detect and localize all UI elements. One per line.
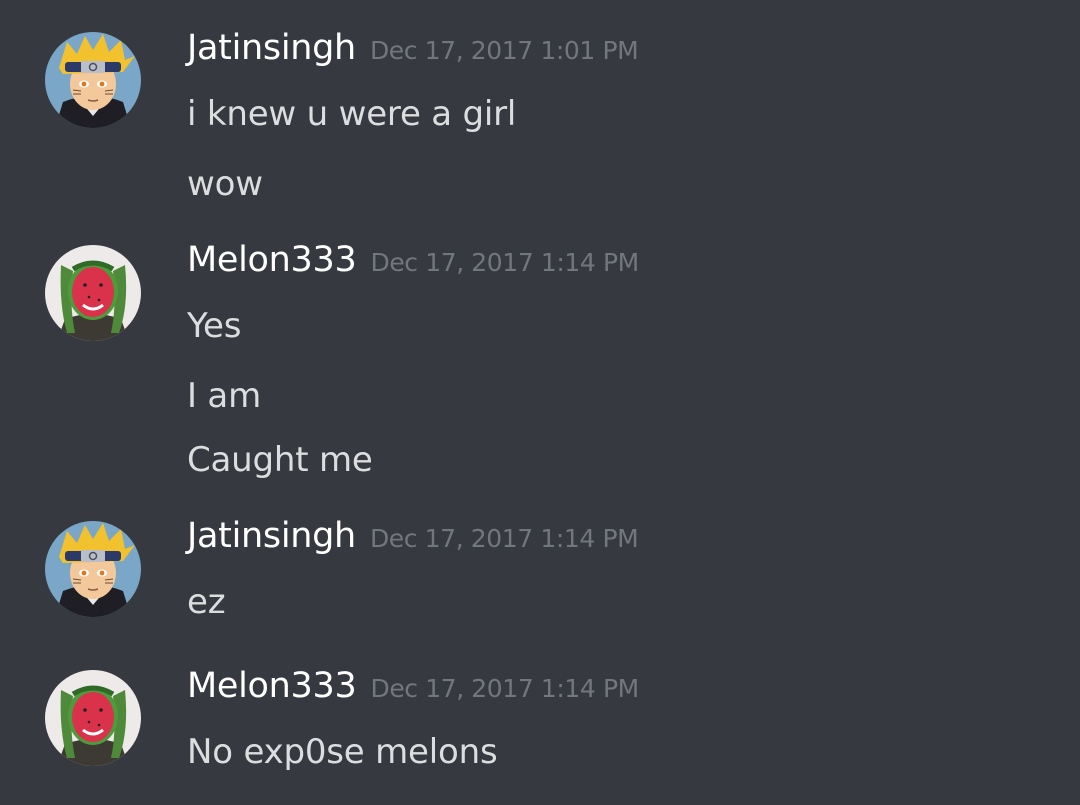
message-text: Caught me xyxy=(187,440,373,480)
naruto-avatar-icon[interactable] xyxy=(45,521,141,617)
message-header: Jatinsingh Dec 17, 2017 1:01 PM xyxy=(187,28,639,68)
message-text: No exp0se melons xyxy=(187,732,498,772)
message-header: Melon333 Dec 17, 2017 1:14 PM xyxy=(187,666,639,706)
message-text: I am xyxy=(187,376,261,416)
melon-face-avatar-icon[interactable] xyxy=(45,245,141,341)
timestamp: Dec 17, 2017 1:01 PM xyxy=(369,36,639,65)
username[interactable]: Melon333 xyxy=(187,240,357,280)
username[interactable]: Jatinsingh xyxy=(187,516,356,556)
timestamp: Dec 17, 2017 1:14 PM xyxy=(370,248,639,277)
timestamp: Dec 17, 2017 1:14 PM xyxy=(370,674,639,703)
message-header: Melon333 Dec 17, 2017 1:14 PM xyxy=(187,240,639,280)
message-text: i knew u were a girl xyxy=(187,94,517,134)
message-text: ez xyxy=(187,582,226,622)
message-text: Yes xyxy=(187,306,242,346)
naruto-avatar-icon[interactable] xyxy=(45,32,141,128)
chat-message-list: Jatinsingh Dec 17, 2017 1:01 PM i knew u … xyxy=(0,0,1080,805)
melon-face-avatar-icon[interactable] xyxy=(45,670,141,766)
message-header: Jatinsingh Dec 17, 2017 1:14 PM xyxy=(187,516,639,556)
username[interactable]: Melon333 xyxy=(187,666,357,706)
timestamp: Dec 17, 2017 1:14 PM xyxy=(369,524,639,553)
username[interactable]: Jatinsingh xyxy=(187,28,356,68)
message-text: wow xyxy=(187,164,263,204)
